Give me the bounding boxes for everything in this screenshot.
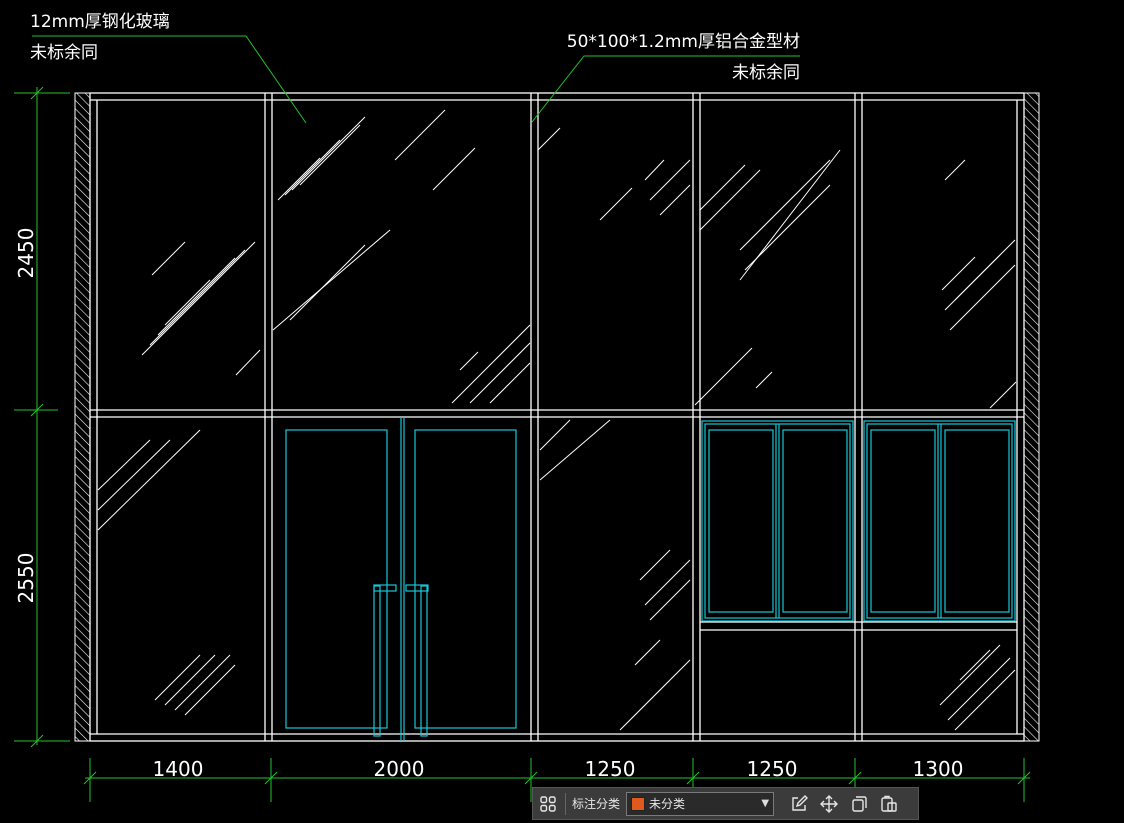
dim-width-4: 1250 [747,757,798,781]
annotation-frame-spec: 50*100*1.2mm厚铝合金型材 [567,32,800,52]
wall-left-hatch [74,92,91,742]
move-icon[interactable] [814,789,844,819]
dim-width-1: 1400 [153,757,204,781]
dim-width-2: 2000 [374,757,425,781]
dim-height-upper: 2450 [14,228,38,279]
casement-windows [701,420,1016,622]
paste-icon[interactable] [874,789,904,819]
category-select[interactable]: 未分类 ▼ [626,791,775,816]
annotation-glass-spec: 12mm厚钢化玻璃 [30,12,170,32]
category-select-value: 未分类 [649,797,686,811]
copy-icon[interactable] [844,789,874,819]
dim-width-5: 1300 [913,757,964,781]
edit-icon[interactable] [784,789,814,819]
wall-right-hatch [1023,92,1040,742]
category-color-swatch [631,796,646,811]
dim-width-3: 1250 [585,757,636,781]
toolbar-separator [565,792,566,815]
dim-height-lower: 2550 [14,553,38,604]
double-glass-door [285,417,517,741]
door-handle-left [373,585,381,737]
chevron-down-icon: ▼ [761,798,770,809]
vertical-dimension [14,86,70,748]
grid-icon[interactable] [533,789,563,819]
category-label: 标注分类 [572,797,621,811]
annotation-toolbar: 标注分类 未分类 ▼ [532,787,919,820]
aluminum-frame [89,92,1025,742]
annotation-glass-note: 未标余同 [30,43,98,63]
annotation-frame-note: 未标余同 [732,63,800,83]
glass-reflection-lines [97,109,1017,731]
cad-elevation-drawing[interactable]: 12mm厚钢化玻璃 未标余同 50*100*1.2mm厚铝合金型材 未标余同 2… [0,0,1124,823]
door-handle-right [420,585,428,737]
